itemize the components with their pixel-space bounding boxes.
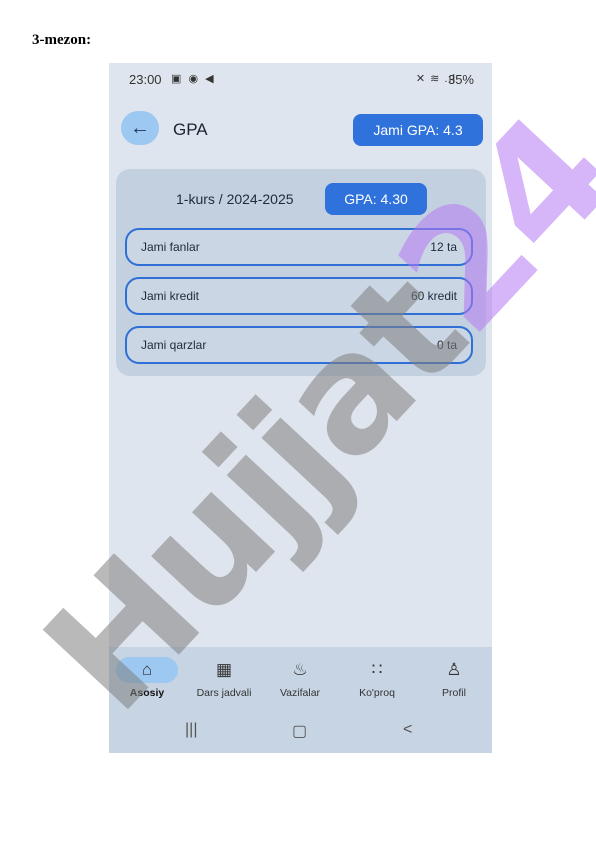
stat-row-subjects[interactable]: Jami fanlar 12 ta — [125, 228, 473, 266]
semester-card: 1-kurs / 2024-2025 GPA: 4.30 Jami fanlar… — [116, 169, 486, 376]
home-icon: ⌂ — [141, 660, 153, 679]
stat-label: Jami fanlar — [141, 240, 200, 254]
total-gpa-button[interactable]: Jami GPA: 4.3 — [353, 114, 483, 146]
system-back-button[interactable]: < — [403, 721, 412, 739]
status-bar: 23:00 ▣ ◉ ◀ ✕ ≋ .ıl 35% — [109, 63, 492, 93]
document-heading: 3-mezon: — [32, 32, 92, 48]
home-button[interactable]: ▢ — [292, 721, 307, 741]
nav-label: Asosiy — [129, 687, 165, 699]
recents-button[interactable]: ||| — [185, 721, 197, 739]
nav-item-more[interactable]: ∷ Ko'proq — [339, 647, 415, 711]
stat-value: 0 ta — [436, 338, 457, 352]
stat-label: Jami qarzlar — [141, 338, 207, 352]
battery-level: 35% — [447, 72, 474, 87]
user-icon: ♙ — [446, 660, 462, 679]
year-label: 1-kurs / 2024-2025 — [176, 191, 294, 207]
grid-icon: ∷ — [371, 660, 383, 679]
nav-item-profile[interactable]: ♙ Profil — [416, 647, 492, 711]
stat-row-credits[interactable]: Jami kredit 60 kredit — [125, 277, 473, 315]
gpa-badge[interactable]: GPA: 4.30 — [325, 183, 427, 215]
fire-icon: ♨ — [292, 660, 308, 679]
nav-label: Profil — [442, 687, 466, 699]
system-navigation-bar: ||| ▢ < — [109, 711, 492, 753]
nav-item-schedule[interactable]: ▦ Dars jadvali — [186, 647, 262, 711]
nav-label: Ko'proq — [359, 687, 395, 699]
arrow-left-icon: ← — [130, 116, 150, 139]
status-time: 23:00 — [129, 72, 162, 87]
stat-value: 12 ta — [430, 240, 457, 254]
stat-label: Jami kredit — [141, 289, 200, 303]
nav-label: Dars jadvali — [196, 687, 252, 699]
notification-icons: ▣ ◉ ◀ — [171, 73, 216, 85]
phone-screen: 23:00 ▣ ◉ ◀ ✕ ≋ .ıl 35% ← GPA Jami GPA: … — [109, 63, 492, 753]
nav-label: Vazifalar — [279, 687, 321, 699]
page-title: GPA — [173, 120, 208, 139]
stat-value: 60 kredit — [410, 289, 457, 303]
stat-row-debts[interactable]: Jami qarzlar 0 ta — [125, 326, 473, 364]
nav-item-tasks[interactable]: ♨ Vazifalar — [262, 647, 338, 711]
bottom-navigation: ⌂ Asosiy ▦ Dars jadvali ♨ Vazifalar ∷ Ko… — [109, 647, 492, 711]
nav-item-home[interactable]: ⌂ Asosiy — [109, 647, 185, 711]
calendar-icon: ▦ — [215, 660, 233, 679]
back-button[interactable]: ← — [121, 111, 159, 145]
